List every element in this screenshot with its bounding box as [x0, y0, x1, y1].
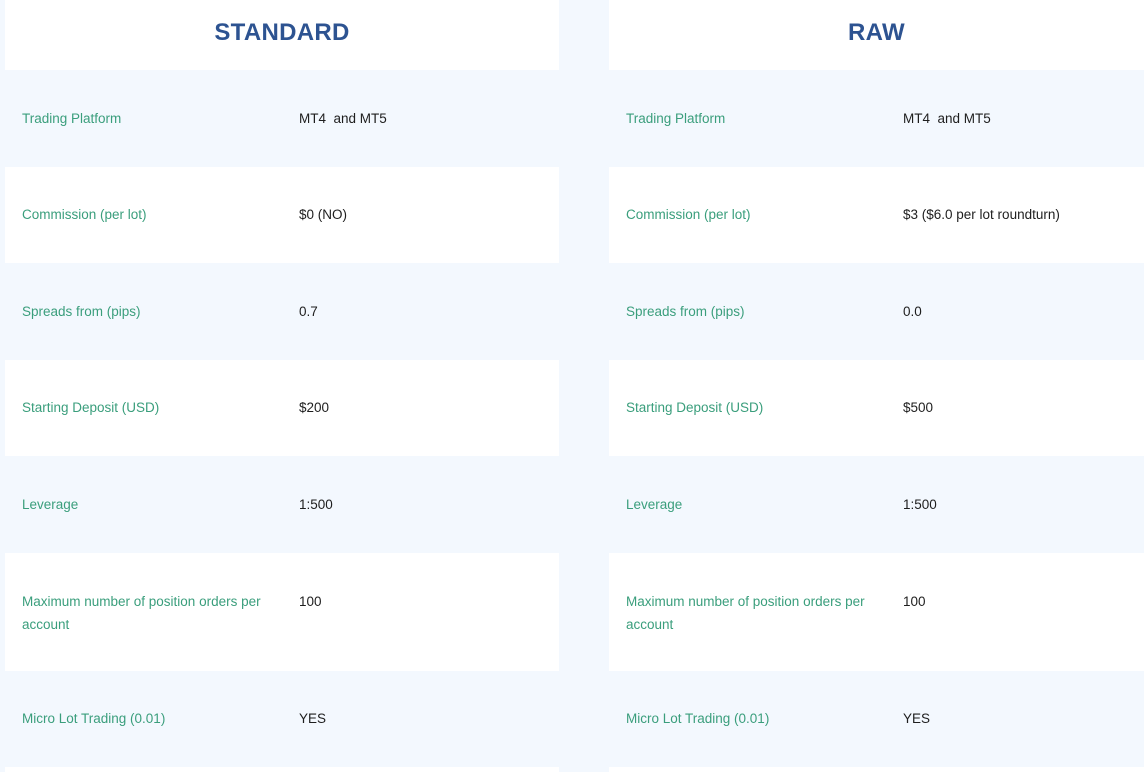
row-value: YES [903, 711, 931, 727]
table-row-micro-lot: Micro Lot Trading (0.01) YES [609, 670, 1144, 767]
row-value: 1:500 [299, 496, 333, 512]
table-row-max-position-orders: Maximum number of position orders per ac… [609, 552, 1144, 671]
row-value: 100 [903, 593, 926, 609]
plan-card-raw: RAW Trading Platform MT4 and MT5 Commiss… [609, 0, 1144, 772]
plan-header: RAW [609, 0, 1144, 70]
row-value: $0 (NO) [299, 207, 348, 223]
plan-header: STANDARD [5, 0, 559, 70]
row-value: YES [299, 711, 327, 727]
table-row-next [609, 767, 1144, 772]
table-row-starting-deposit: Starting Deposit (USD) $200 [5, 359, 559, 456]
row-label: Spreads from (pips) [22, 303, 141, 319]
table-row-starting-deposit: Starting Deposit (USD) $500 [609, 359, 1144, 456]
row-value: 1:500 [903, 496, 937, 512]
row-label: Spreads from (pips) [626, 303, 745, 319]
row-label: Micro Lot Trading (0.01) [626, 711, 770, 727]
plan-title: RAW [848, 19, 905, 46]
row-label: Leverage [22, 496, 79, 512]
row-value: 0.0 [903, 303, 922, 319]
row-label: Starting Deposit (USD) [626, 400, 764, 416]
table-row-next [5, 767, 559, 772]
table-row-micro-lot: Micro Lot Trading (0.01) YES [5, 670, 559, 767]
row-value: 0.7 [299, 303, 318, 319]
table-row-commission: Commission (per lot) $3 ($6.0 per lot ro… [609, 166, 1144, 263]
row-label: Maximum number of position orders per ac… [626, 593, 865, 632]
row-value: $500 [903, 400, 934, 416]
row-label: Trading Platform [22, 110, 122, 126]
plan-title: STANDARD [214, 19, 350, 46]
row-value: $200 [299, 400, 330, 416]
row-label: Starting Deposit (USD) [22, 400, 160, 416]
row-value: MT4 and MT5 [903, 110, 991, 126]
row-label: Micro Lot Trading (0.01) [22, 711, 166, 727]
row-label: Trading Platform [626, 110, 726, 126]
row-label: Commission (per lot) [626, 207, 751, 223]
row-value: MT4 and MT5 [299, 110, 387, 126]
row-label: Commission (per lot) [22, 207, 147, 223]
table-row-max-position-orders: Maximum number of position orders per ac… [5, 552, 559, 671]
table-row-commission: Commission (per lot) $0 (NO) [5, 166, 559, 263]
table-row-leverage: Leverage 1:500 [5, 456, 559, 553]
row-label: Maximum number of position orders per ac… [22, 593, 261, 632]
row-label: Leverage [626, 496, 683, 512]
row-value: 100 [299, 593, 322, 609]
table-row-trading-platform: Trading Platform MT4 and MT5 [5, 70, 559, 167]
table-row-spreads: Spreads from (pips) 0.0 [609, 263, 1144, 360]
plan-card-standard: STANDARD Trading Platform MT4 and MT5 Co… [5, 0, 559, 772]
table-row-trading-platform: Trading Platform MT4 and MT5 [609, 70, 1144, 167]
table-row-spreads: Spreads from (pips) 0.7 [5, 263, 559, 360]
row-value: $3 ($6.0 per lot roundturn) [903, 207, 1060, 223]
table-row-leverage: Leverage 1:500 [609, 456, 1144, 553]
